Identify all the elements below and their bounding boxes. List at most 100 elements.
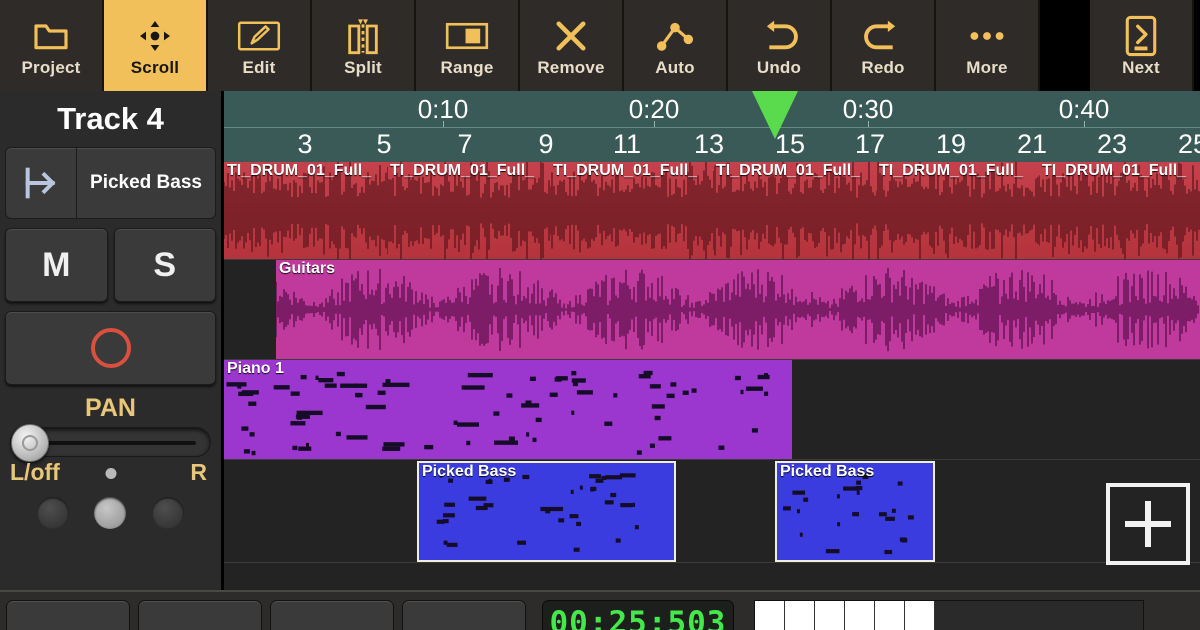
piano-white-key[interactable]: [875, 601, 905, 630]
timeline-area[interactable]: 0:100:200:300:40 35791113151719212325 TI…: [224, 91, 1200, 590]
bar-ruler-label: 11: [612, 129, 642, 159]
pan-right-label: R: [190, 459, 207, 485]
bar-ruler-label: 3: [297, 129, 313, 159]
solo-button[interactable]: S: [113, 228, 216, 302]
clip-label: TI_DRUM_01_Full_: [553, 162, 698, 179]
page-title: Track 4: [57, 101, 164, 136]
waveform: [276, 267, 1199, 352]
pan-slider-knob[interactable]: [11, 424, 49, 462]
clip-label: TI_DRUM_01_Full_: [227, 162, 372, 179]
decor-screws: [24, 497, 197, 529]
piano-white-key[interactable]: [785, 601, 815, 630]
pan-label: PAN: [85, 394, 136, 422]
clip-drums[interactable]: TI_DRUM_01_Full_: [387, 162, 550, 259]
clip-label: Picked Bass: [780, 463, 875, 480]
record-button[interactable]: [5, 311, 216, 385]
record-circle-icon: [90, 328, 131, 368]
bar-ruler-label: 5: [376, 129, 392, 159]
clip-drums[interactable]: TI_DRUM_01_Full_: [713, 162, 876, 259]
top-toolbar: Project Scroll Edit Split Range Remove Auto Und…: [0, 0, 1200, 91]
bar-ruler-label: 9: [538, 129, 554, 159]
clip-drums[interactable]: TI_DRUM_01_Full_: [224, 162, 387, 259]
clip-label: Piano 1: [227, 360, 284, 377]
track-lanes[interactable]: TI_DRUM_01_Full_ TI_DRUM_01_Full_ TI_DRUM_…: [224, 162, 1200, 590]
clip-label: Guitars: [279, 260, 336, 277]
transport-button-2[interactable]: [138, 600, 262, 630]
pan-scale: L/off R: [10, 459, 211, 489]
toolbar-gap: [1040, 0, 1090, 91]
time-display[interactable]: 00:25:503: [542, 600, 734, 630]
clip-label: TI_DRUM_01_Full_: [879, 162, 1024, 179]
automation-icon: [652, 16, 698, 56]
bar-ruler-label: 13: [693, 129, 725, 159]
next-device-icon: [1118, 15, 1164, 56]
toolbar-button-label: Split: [344, 57, 382, 77]
toolbar-button-label: Project: [21, 57, 81, 77]
toolbar-button-range[interactable]: Range: [416, 0, 520, 91]
screw-icon: [152, 497, 185, 529]
toolbar-button-edit[interactable]: Edit: [208, 0, 312, 91]
instrument-name[interactable]: Picked Bass: [77, 147, 216, 219]
toolbar-button-label: Redo: [861, 57, 905, 77]
pan-slider-track: [25, 441, 196, 445]
clip-picked-bass[interactable]: Picked Bass: [417, 461, 676, 562]
toolbar-button-label: Undo: [756, 57, 802, 77]
ellipsis-icon: [964, 16, 1010, 56]
playhead-marker[interactable]: [752, 91, 798, 139]
add-track-button[interactable]: [1106, 483, 1190, 565]
daw-app: Project Scroll Edit Split Range Remove Auto Und…: [0, 0, 1200, 630]
transport-button-1[interactable]: [6, 600, 130, 630]
toolbar-button-label: Edit: [242, 57, 276, 77]
bar-ruler-label: 25: [1177, 129, 1200, 159]
redo-icon: [860, 16, 906, 56]
toolbar-button-label: Auto: [655, 57, 695, 77]
clip-drums[interactable]: TI_DRUM_01_Full_: [1039, 162, 1200, 259]
clip-drums[interactable]: TI_DRUM_01_Full_: [550, 162, 713, 259]
record-row: [0, 311, 221, 385]
bar-ruler-label: 21: [1016, 129, 1048, 159]
toolbar-button-more[interactable]: More: [936, 0, 1040, 91]
pan-left-label: L/off: [10, 459, 60, 485]
piano-white-key[interactable]: [755, 601, 785, 630]
pencil-icon: [236, 16, 282, 56]
folder-icon: [28, 16, 74, 56]
toolbar-button-undo[interactable]: Undo: [728, 0, 832, 91]
pan-center-dot: [105, 468, 116, 479]
input-arrow-icon[interactable]: [5, 147, 77, 219]
piano-white-key[interactable]: [845, 601, 875, 630]
instrument-row: Picked Bass: [0, 147, 221, 219]
piano-white-key[interactable]: [905, 601, 935, 630]
bottom-transport-bar: 00:25:503: [0, 590, 1200, 630]
piano-keyboard[interactable]: [754, 600, 1144, 630]
toolbar-button-remove[interactable]: Remove: [520, 0, 624, 91]
transport-button-3[interactable]: [270, 600, 394, 630]
time-ruler[interactable]: 0:10 0:20 0:30 0:40: [224, 91, 1200, 128]
track-lane-piano[interactable]: Piano 1: [224, 360, 1200, 460]
clip-guitars[interactable]: Guitars: [276, 260, 1200, 359]
clip-label: TI_DRUM_01_Full_: [716, 162, 861, 179]
clip-label: TI_DRUM_01_Full_: [1042, 162, 1187, 179]
split-icon: [340, 16, 386, 56]
track-lane-drums[interactable]: TI_DRUM_01_Full_ TI_DRUM_01_Full_ TI_DRUM_…: [224, 162, 1200, 260]
clip-drums[interactable]: TI_DRUM_01_Full_: [876, 162, 1039, 259]
toolbar-button-redo[interactable]: Redo: [832, 0, 936, 91]
clip-picked-bass[interactable]: Picked Bass: [775, 461, 935, 562]
toolbar-button-next[interactable]: Next: [1090, 0, 1194, 91]
toolbar-button-split[interactable]: Split: [312, 0, 416, 91]
mute-button[interactable]: M: [5, 228, 108, 302]
pan-slider[interactable]: [10, 424, 211, 462]
track-lane-picked-bass[interactable]: Picked Bass Picked Bass: [224, 461, 1200, 563]
mute-solo-row: M S: [0, 228, 221, 302]
transport-button-4[interactable]: [402, 600, 526, 630]
toolbar-button-project[interactable]: Project: [0, 0, 104, 91]
bar-ruler-label: 17: [854, 129, 886, 159]
toolbar-button-label: More: [966, 57, 1008, 77]
move-icon: [132, 16, 178, 56]
track-lane-guitars[interactable]: Guitars: [224, 260, 1200, 360]
bar-ruler-label: 7: [457, 129, 473, 159]
clip-piano[interactable]: Piano 1: [224, 360, 792, 459]
toolbar-button-scroll[interactable]: Scroll: [104, 0, 208, 91]
piano-white-key[interactable]: [815, 601, 845, 630]
bar-ruler[interactable]: 35791113151719212325: [224, 128, 1200, 162]
toolbar-button-auto[interactable]: Auto: [624, 0, 728, 91]
